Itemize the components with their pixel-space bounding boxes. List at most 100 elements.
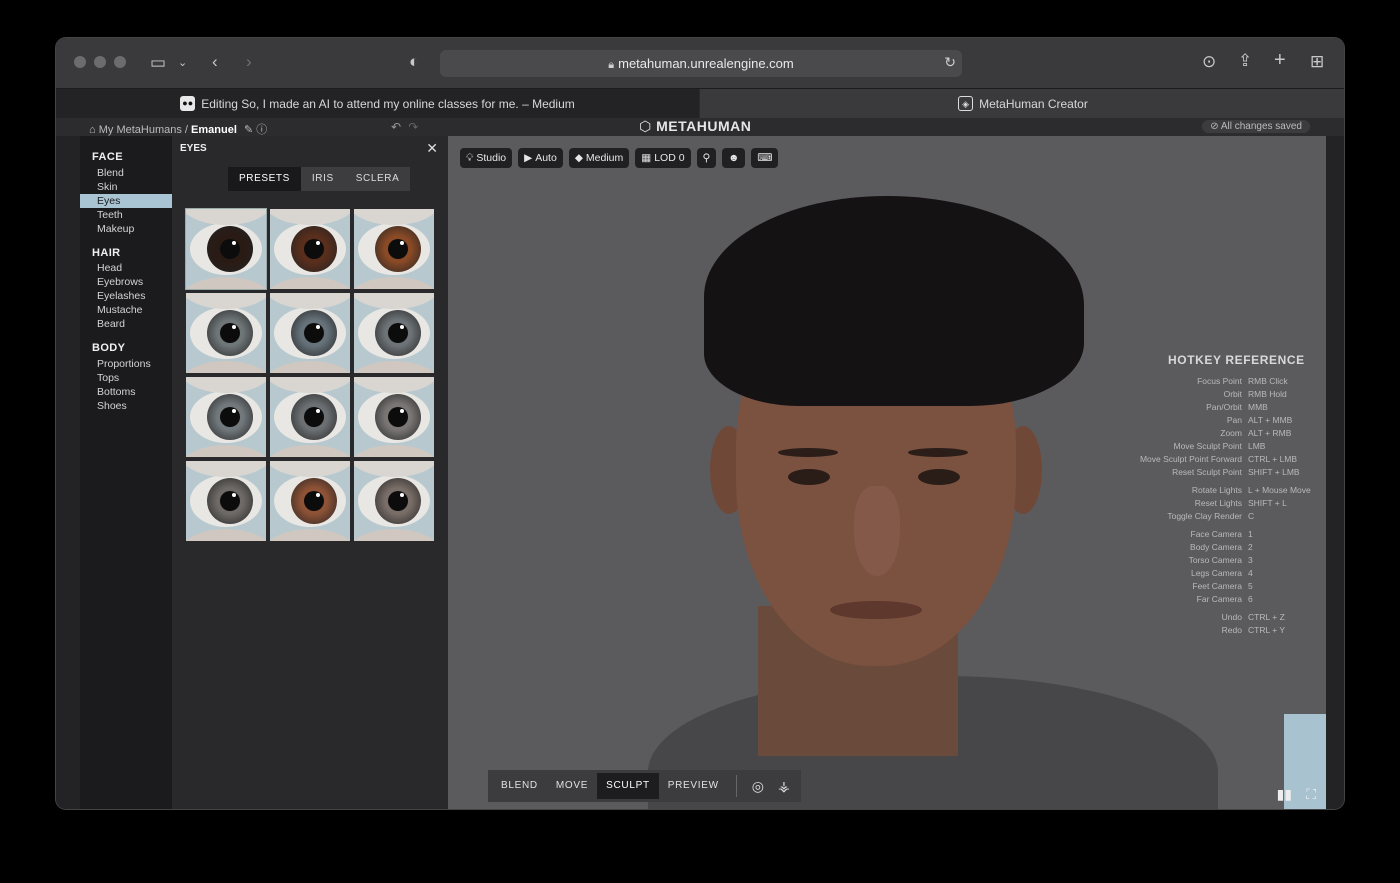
eye-preset-swatch[interactable] <box>185 208 267 290</box>
pupil <box>304 239 324 259</box>
eyes-tabs: PRESETS IRIS SCLERA <box>228 167 411 191</box>
hotkey-row: Zoom ALT + RMB <box>1138 428 1318 441</box>
hotkey-key: CTRL + LMB <box>1248 454 1298 464</box>
downloads-icon[interactable]: ⊙ <box>1202 52 1216 72</box>
hotkey-key: SHIFT + LMB <box>1248 467 1300 477</box>
hotkey-row: Pan/Orbit MMB <box>1138 402 1318 415</box>
sidebar-item-shoes[interactable]: Shoes <box>80 399 172 413</box>
gizmo-icon[interactable]: ⚶ <box>771 778 797 795</box>
share-icon[interactable]: ⇪ <box>1238 51 1252 71</box>
camera-button[interactable]: ▶ Auto <box>518 148 563 168</box>
eye-preset-swatch[interactable] <box>270 293 350 373</box>
sidebar-item-blend[interactable]: Blend <box>80 166 172 180</box>
eye-preset-swatch[interactable] <box>186 377 266 457</box>
sidebar-item-eyelashes[interactable]: Eyelashes <box>80 289 172 303</box>
mode-preview[interactable]: PREVIEW <box>659 773 728 799</box>
sidebar-item-makeup[interactable]: Makeup <box>80 222 172 236</box>
zoom-window-button[interactable] <box>114 56 126 68</box>
edit-icon[interactable]: ✎ <box>244 124 253 136</box>
symmetry-icon[interactable]: ◎ <box>745 778 771 795</box>
info-icon[interactable]: ⓘ <box>256 124 267 136</box>
tab-presets[interactable]: PRESETS <box>228 167 301 191</box>
glint <box>316 325 320 329</box>
lod-label: LOD 0 <box>654 152 685 164</box>
tab-iris[interactable]: IRIS <box>300 167 345 191</box>
back-icon[interactable]: ‹ <box>212 52 218 72</box>
save-status-badge: ⊘ All changes saved <box>1202 120 1310 133</box>
hotkey-row: Undo CTRL + Z <box>1138 612 1318 625</box>
close-window-button[interactable] <box>74 56 86 68</box>
tab-medium[interactable]: ●● Editing So, I made an AI to attend my… <box>56 89 699 118</box>
close-icon[interactable]: ✕ <box>426 140 438 157</box>
keyboard-button[interactable]: ⌨ <box>751 148 779 168</box>
sidebar-item-beard[interactable]: Beard <box>80 317 172 331</box>
sidebar-item-tops[interactable]: Tops <box>80 371 172 385</box>
lower-lid <box>354 445 434 457</box>
eye-preset-swatch[interactable] <box>270 461 350 541</box>
mode-move[interactable]: MOVE <box>547 773 597 799</box>
shield-icon[interactable]: ◐ <box>409 52 419 72</box>
sidebar-item-eyes[interactable]: Eyes <box>80 194 172 208</box>
logo-text: METAHUMAN <box>656 118 752 134</box>
character-viewport[interactable]: 💡︎Studio ▶Auto ◆Medium ▦LOD 0 ⚲ ☻ ⌨ <box>448 136 1326 809</box>
link-button[interactable]: ⚲ <box>696 148 717 168</box>
eye-preset-swatch[interactable] <box>270 377 350 457</box>
tab-overview-icon[interactable]: ⊞ <box>1310 52 1324 72</box>
medium-icon: ●● <box>180 96 196 111</box>
home-icon[interactable]: ⌂ <box>89 124 96 136</box>
camera-icon: ▶ <box>524 152 533 164</box>
lower-lid <box>270 445 350 457</box>
eye-preset-swatch[interactable] <box>354 461 434 541</box>
new-tab-icon[interactable]: + <box>1274 50 1286 70</box>
hotkey-action: Undo <box>1221 612 1242 622</box>
hotkey-key: 6 <box>1248 594 1253 604</box>
upper-lid <box>270 293 350 309</box>
character-brow-right <box>908 448 968 457</box>
sidebar-item-skin[interactable]: Skin <box>80 180 172 194</box>
sidebar-item-proportions[interactable]: Proportions <box>80 357 172 371</box>
lighting-button[interactable]: 💡︎ Studio <box>460 148 513 168</box>
eye-preset-swatch[interactable] <box>186 293 266 373</box>
quality-button[interactable]: ◆ Medium <box>568 148 630 168</box>
eye-preset-swatch[interactable] <box>186 461 266 541</box>
mode-blend[interactable]: BLEND <box>492 773 547 799</box>
fullscreen-icon[interactable]: ⛶ <box>1306 786 1316 803</box>
eye-preset-swatch[interactable] <box>354 377 434 457</box>
browser-toolbar: ▭ ⌄ ‹ › ◐ 🔒︎ metahuman.unrealengine.com ↻… <box>56 38 1344 88</box>
pupil <box>304 491 324 511</box>
divider <box>735 775 737 797</box>
head-button[interactable]: ☻ <box>722 148 746 168</box>
undo-icon[interactable]: ↶ <box>391 120 401 134</box>
light-icon: 💡︎ <box>466 152 474 164</box>
breadcrumb-root[interactable]: My MetaHumans / <box>99 124 188 136</box>
lighting-label: Studio <box>476 152 507 164</box>
forward-icon[interactable]: › <box>246 52 252 72</box>
sidebar-item-bottoms[interactable]: Bottoms <box>80 385 172 399</box>
chevron-down-icon[interactable]: ⌄ <box>178 53 187 73</box>
redo-icon[interactable]: ↷ <box>408 120 418 134</box>
tab-metahuman[interactable]: ◈ MetaHuman Creator <box>700 89 1344 118</box>
stats-icon[interactable]: ▮▮ <box>1277 786 1292 803</box>
tab-title: Editing So, I made an AI to attend my on… <box>201 96 575 111</box>
hotkey-key: 1 <box>1248 529 1253 539</box>
eye-preset-swatch[interactable] <box>354 209 434 289</box>
eye-preset-swatch[interactable] <box>270 209 350 289</box>
address-bar[interactable]: 🔒︎ metahuman.unrealengine.com ↻ <box>440 50 962 77</box>
mode-sculpt[interactable]: SCULPT <box>597 773 659 799</box>
sidebar-item-teeth[interactable]: Teeth <box>80 208 172 222</box>
pupil <box>388 323 408 343</box>
hotkey-action: Redo <box>1221 625 1242 635</box>
sidebar-toggle-icon[interactable]: ▭ <box>150 53 166 73</box>
sidebar-item-mustache[interactable]: Mustache <box>80 303 172 317</box>
lod-button[interactable]: ▦ LOD 0 <box>635 148 691 168</box>
quality-label: Medium <box>585 152 624 164</box>
glint <box>400 409 404 413</box>
sidebar-item-eyebrows[interactable]: Eyebrows <box>80 275 172 289</box>
eye-preset-swatch[interactable] <box>354 293 434 373</box>
sidebar-item-head[interactable]: Head <box>80 261 172 275</box>
minimize-window-button[interactable] <box>94 56 106 68</box>
reload-icon[interactable]: ↻ <box>944 54 956 71</box>
glint <box>232 241 236 245</box>
tab-sclera[interactable]: SCLERA <box>344 167 411 191</box>
hotkey-action: Torso Camera <box>1188 555 1242 565</box>
